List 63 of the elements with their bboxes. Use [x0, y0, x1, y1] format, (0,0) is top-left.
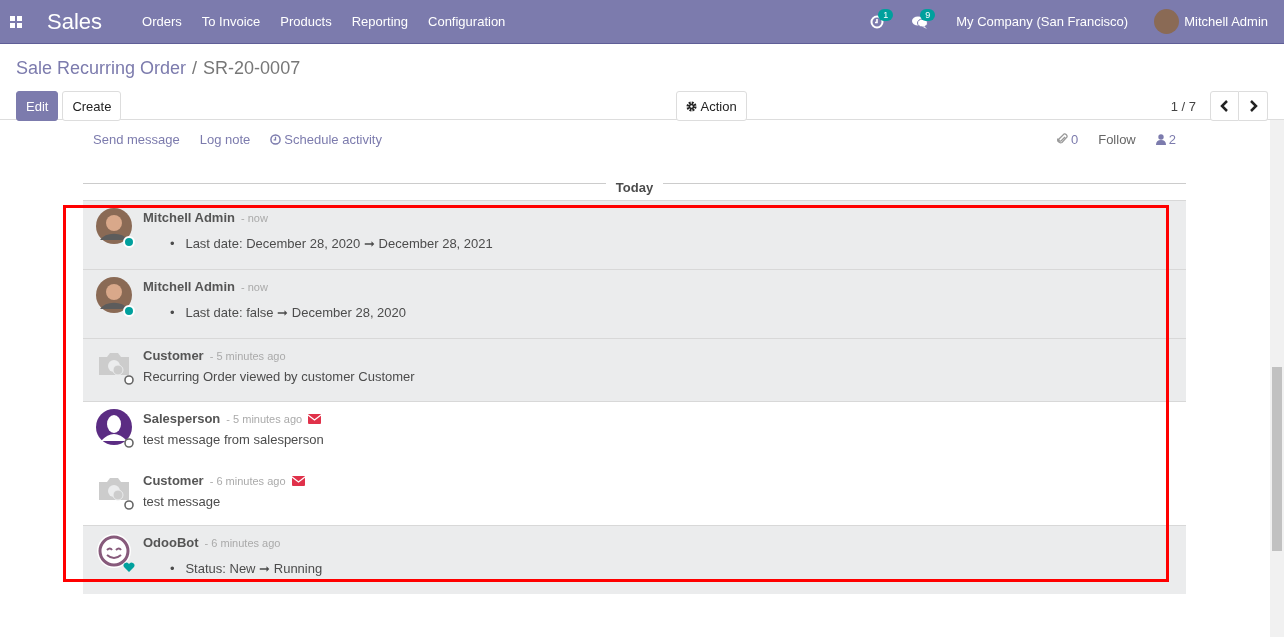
offline-status-icon: [123, 499, 135, 511]
action-button[interactable]: Action: [675, 91, 747, 121]
chevron-left-icon: [1219, 100, 1230, 112]
online-status-icon: [123, 236, 135, 248]
author-name[interactable]: Customer: [143, 348, 204, 363]
author-name[interactable]: OdooBot: [143, 535, 199, 550]
message-text: Recurring Order viewed by customer Customer: [143, 369, 415, 384]
scrollbar[interactable]: [1270, 120, 1284, 637]
person-icon: [1155, 133, 1166, 145]
smiley-avatar-icon: [95, 532, 133, 570]
tracking-change: • Last date: false ➞ December 28, 2020: [170, 304, 407, 322]
message-time: - now: [240, 211, 268, 224]
chevron-right-icon: [1248, 100, 1258, 112]
online-status-icon: [123, 305, 135, 317]
avatar-icon: [95, 207, 133, 245]
followers-button[interactable]: 2: [1155, 131, 1176, 147]
offline-status-icon: [123, 437, 135, 449]
menu-item[interactable]: To Invoice: [191, 14, 271, 29]
menu-item[interactable]: Orders: [132, 14, 192, 29]
menu-item[interactable]: Products: [270, 14, 342, 29]
date-separator: Today: [614, 180, 655, 195]
attachments-button[interactable]: 0: [1056, 131, 1079, 147]
notification-badge: 9: [920, 8, 936, 21]
log-note-link[interactable]: Log note: [199, 131, 251, 147]
notification-badge: 1: [878, 8, 894, 21]
send-message-link[interactable]: Send message: [93, 131, 180, 147]
tracking-change: • Last date: December 28, 2020 ➞ December 28, 2021: [170, 235, 493, 253]
breadcrumb-link[interactable]: Sale Recurring Order: [16, 58, 187, 79]
author-name[interactable]: Salesperson: [143, 411, 221, 426]
avatar-icon: [95, 276, 133, 314]
clock-icon[interactable]: [870, 14, 885, 29]
author-name[interactable]: Mitchell Admin: [143, 210, 235, 225]
settings-icon: [685, 100, 697, 112]
author-name[interactable]: Customer: [143, 473, 204, 488]
author-name[interactable]: Mitchell Admin: [143, 279, 235, 294]
follow-button[interactable]: Follow: [1098, 131, 1136, 147]
create-button[interactable]: Create: [62, 91, 122, 121]
company-switcher[interactable]: My Company (San Francisco): [956, 14, 1129, 29]
user-name[interactable]: Mitchell Admin: [1184, 14, 1268, 29]
menu-item[interactable]: Configuration: [418, 14, 516, 29]
person-avatar-icon: [95, 408, 133, 446]
message-text: test message: [143, 494, 222, 509]
message-time: - 5 minutes ago: [209, 349, 286, 362]
next-button[interactable]: [1239, 91, 1268, 121]
tracking-change: • Status: New ➞ Running: [170, 560, 323, 578]
message-time: - 5 minutes ago: [226, 412, 303, 425]
menu-item[interactable]: Reporting: [341, 14, 418, 29]
app-title[interactable]: Sales: [47, 8, 103, 35]
message-time: - now: [240, 280, 268, 293]
message-time: - 6 minutes ago: [209, 474, 286, 487]
message-text: test message from salesperson: [143, 432, 324, 447]
paperclip-icon: [1056, 133, 1068, 145]
breadcrumb-separator: /: [192, 58, 198, 79]
breadcrumb-current: SR-20-0007: [203, 58, 301, 79]
clock-icon: [270, 133, 282, 145]
previous-button[interactable]: [1210, 91, 1239, 121]
heart-icon: [123, 562, 135, 573]
edit-button[interactable]: Edit: [16, 91, 59, 121]
schedule-activity-link[interactable]: Schedule activity: [270, 131, 382, 147]
message-time: - 6 minutes ago: [204, 536, 281, 549]
apps-menu-icon[interactable]: [10, 15, 22, 28]
pager-counter: 1 / 7: [1170, 98, 1196, 114]
offline-status-icon: [123, 374, 135, 386]
